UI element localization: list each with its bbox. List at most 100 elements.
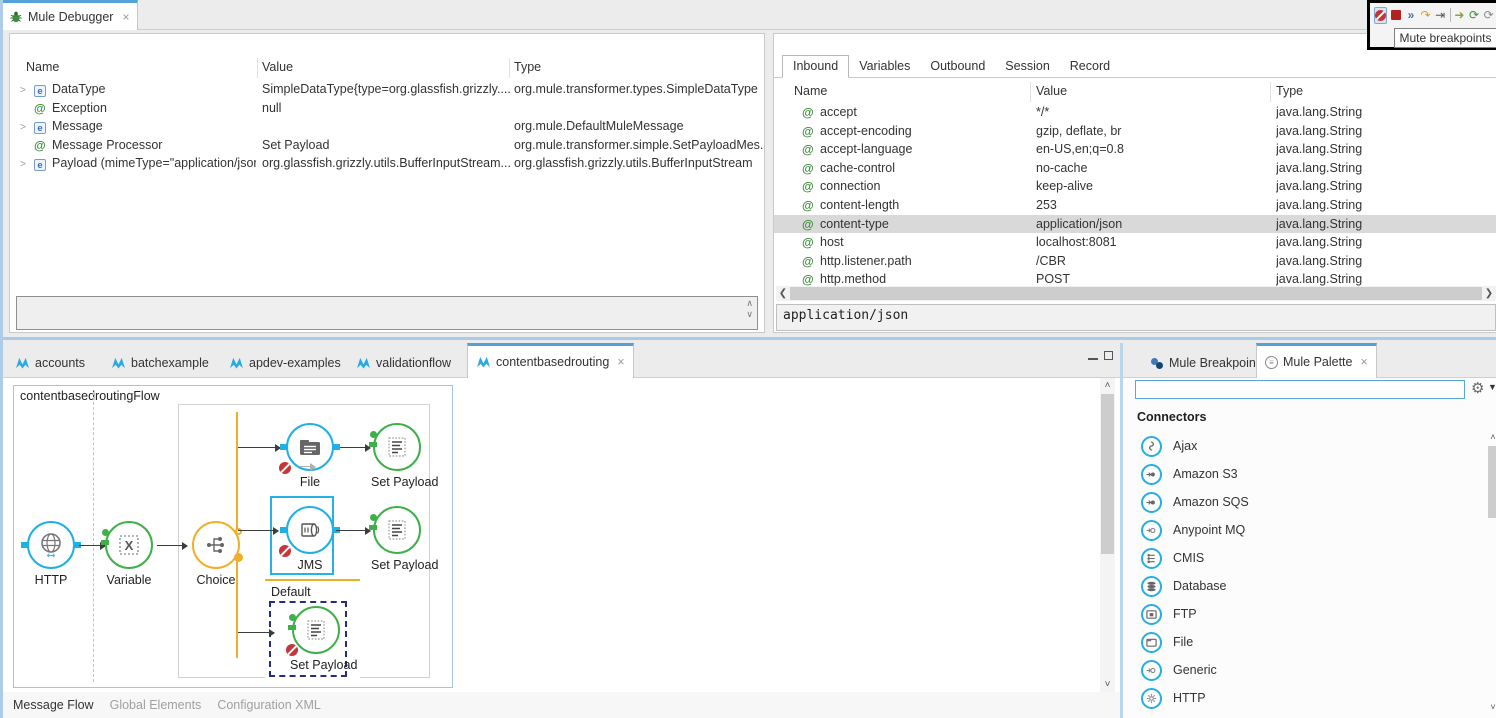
- flow-node-http[interactable]: HTTP: [25, 521, 77, 587]
- table-row[interactable]: @ cache-control no-cache java.lang.Strin…: [774, 159, 1496, 178]
- tab-message-flow[interactable]: Message Flow: [13, 698, 94, 712]
- tab-mule-palette[interactable]: ≡ Mule Palette ×: [1256, 343, 1377, 378]
- tab-variables[interactable]: Variables: [849, 56, 920, 78]
- palette-search-input[interactable]: [1135, 380, 1465, 399]
- tab-record[interactable]: Record: [1060, 56, 1120, 78]
- col-header-type[interactable]: Type: [514, 60, 541, 74]
- flow-node-set-payload-default[interactable]: Set Payload: [290, 606, 342, 672]
- flow-divider-line: [93, 392, 94, 682]
- scroll-up-icon[interactable]: ˄: [1100, 380, 1115, 391]
- table-row[interactable]: > e Message org.mule.DefaultMuleMessage: [10, 117, 764, 136]
- flow-node-variable[interactable]: X Variable: [103, 521, 155, 587]
- connector-amazon-s3[interactable]: Amazon S3: [1123, 460, 1485, 488]
- muted-breakpoint-icon[interactable]: [279, 545, 291, 557]
- debugger-expression-box[interactable]: ∧∨: [16, 296, 758, 330]
- connector-amazon-sqs[interactable]: Amazon SQS: [1123, 488, 1485, 516]
- sash-divider[interactable]: [3, 337, 1496, 340]
- muted-breakpoint-icon[interactable]: [279, 462, 291, 474]
- property-value-preview[interactable]: application/json: [776, 304, 1496, 331]
- vertical-scrollbar[interactable]: ˄ ˅: [1100, 378, 1115, 692]
- spin-up-icon: ∧: [746, 299, 753, 308]
- scrollbar-thumb[interactable]: [790, 287, 1482, 300]
- vertical-scrollbar[interactable]: ˄ ˅: [1487, 432, 1496, 712]
- step-filters-icon: »: [1408, 8, 1415, 22]
- table-row[interactable]: @ http.method POST java.lang.String: [774, 270, 1496, 287]
- editor-tabbar: accounts batchexample apdev-examples val…: [3, 343, 1496, 378]
- table-row[interactable]: @ accept-language en-US,en;q=0.8 java.la…: [774, 140, 1496, 159]
- table-row[interactable]: @ accept-encoding gzip, deflate, br java…: [774, 122, 1496, 141]
- restart-button[interactable]: ⟳: [1483, 7, 1494, 24]
- mute-breakpoints-button[interactable]: [1374, 7, 1387, 24]
- maximize-icon[interactable]: [1104, 351, 1113, 360]
- tab-apdev-examples[interactable]: apdev-examples: [221, 348, 349, 378]
- tab-contentbasedrouting[interactable]: contentbasedrouting ×: [467, 343, 634, 378]
- tab-configuration-xml[interactable]: Configuration XML: [217, 698, 321, 712]
- col-header-name[interactable]: Name: [794, 84, 827, 98]
- close-icon[interactable]: ×: [1360, 355, 1367, 369]
- muted-breakpoint-icon[interactable]: [286, 644, 298, 656]
- col-header-value[interactable]: Value: [262, 60, 293, 74]
- table-row[interactable]: > e Payload (mimeType="application/json"…: [10, 154, 764, 173]
- step-filters-button[interactable]: »: [1406, 7, 1417, 24]
- table-row[interactable]: @ connection keep-alive java.lang.String: [774, 177, 1496, 196]
- tab-outbound[interactable]: Outbound: [920, 56, 995, 78]
- connector-ftp[interactable]: FTP: [1123, 600, 1485, 628]
- table-row[interactable]: @ Exception null: [10, 99, 764, 118]
- scrollbar-thumb[interactable]: [1488, 446, 1496, 518]
- connector-label: Database: [1173, 579, 1227, 593]
- connector-ajax[interactable]: Ajax: [1123, 432, 1485, 460]
- connector-cmis[interactable]: CMIS: [1123, 544, 1485, 572]
- scroll-left-icon[interactable]: ❮: [776, 288, 790, 299]
- col-header-name[interactable]: Name: [26, 60, 59, 74]
- table-row[interactable]: @ content-length 253 java.lang.String: [774, 196, 1496, 215]
- tab-mule-breakpoints[interactable]: Mule Breakpoints: [1143, 348, 1274, 378]
- spinner-arrows[interactable]: ∧∨: [746, 299, 753, 319]
- tab-validationflow[interactable]: validationflow: [348, 348, 459, 378]
- connector-file[interactable]: File: [1123, 628, 1485, 656]
- connector-anypoint-mq[interactable]: Anypoint MQ: [1123, 516, 1485, 544]
- flow-node-set-payload-1[interactable]: Set Payload: [371, 423, 423, 489]
- set-payload-icon: [384, 434, 410, 460]
- connector-database[interactable]: Database: [1123, 572, 1485, 600]
- run-to-line-button[interactable]: ⇥: [1435, 7, 1446, 24]
- table-row-selected[interactable]: @ content-type application/json java.lan…: [774, 215, 1496, 234]
- scroll-up-icon[interactable]: ˄: [1487, 432, 1496, 442]
- flow-node-set-payload-2[interactable]: Set Payload: [371, 506, 423, 572]
- scrollbar-thumb[interactable]: [1101, 394, 1114, 554]
- close-icon[interactable]: ×: [122, 10, 129, 24]
- table-row[interactable]: > e DataType SimpleDataType{type=org.gla…: [10, 80, 764, 99]
- attribute-icon: @: [34, 101, 46, 115]
- flow-node-file[interactable]: File: [284, 423, 336, 489]
- col-header-value[interactable]: Value: [1036, 84, 1067, 98]
- tab-mule-debugger[interactable]: Mule Debugger ×: [3, 0, 138, 30]
- scroll-down-icon[interactable]: ˅: [1487, 702, 1496, 712]
- flow-node-jms[interactable]: JMS: [284, 506, 336, 572]
- scroll-down-icon[interactable]: ˅: [1100, 679, 1115, 690]
- refresh-button[interactable]: ⟳: [1469, 7, 1480, 24]
- table-row[interactable]: @ Message Processor Set Payload org.mule…: [10, 136, 764, 155]
- minimize-icon[interactable]: [1088, 351, 1098, 360]
- connector-generic[interactable]: Generic: [1123, 656, 1485, 684]
- tab-session[interactable]: Session: [995, 56, 1059, 78]
- table-row[interactable]: @ http.listener.path /CBR java.lang.Stri…: [774, 252, 1496, 271]
- scroll-right-icon[interactable]: ❯: [1482, 288, 1496, 299]
- flow-canvas[interactable]: contentbasedroutingFlow HTTP X Variable: [3, 378, 1120, 692]
- flow-node-choice[interactable]: Choice: [190, 521, 242, 587]
- chevron-down-icon[interactable]: ▼: [1488, 382, 1496, 392]
- table-row[interactable]: @ accept */* java.lang.String: [774, 103, 1496, 122]
- drop-to-frame-button[interactable]: ↷: [1420, 7, 1431, 24]
- resume-button[interactable]: ➜: [1454, 7, 1465, 24]
- connector-http[interactable]: HTTP: [1123, 684, 1485, 712]
- tab-inbound[interactable]: Inbound: [782, 55, 849, 78]
- terminate-button[interactable]: [1391, 7, 1402, 24]
- close-icon[interactable]: ×: [617, 355, 624, 369]
- flow-title: contentbasedroutingFlow: [20, 389, 160, 403]
- table-row[interactable]: @ host localhost:8081 java.lang.String: [774, 233, 1496, 252]
- tab-batchexample[interactable]: batchexample: [103, 348, 217, 378]
- col-header-type[interactable]: Type: [1276, 84, 1303, 98]
- gear-icon[interactable]: ⚙: [1471, 379, 1484, 397]
- connector-list: Ajax Amazon S3 Amazon SQS Anypoint MQ CM…: [1123, 432, 1485, 712]
- tab-global-elements[interactable]: Global Elements: [110, 698, 202, 712]
- horizontal-scrollbar[interactable]: ❮ ❯: [776, 286, 1496, 301]
- tab-accounts[interactable]: accounts: [7, 348, 93, 378]
